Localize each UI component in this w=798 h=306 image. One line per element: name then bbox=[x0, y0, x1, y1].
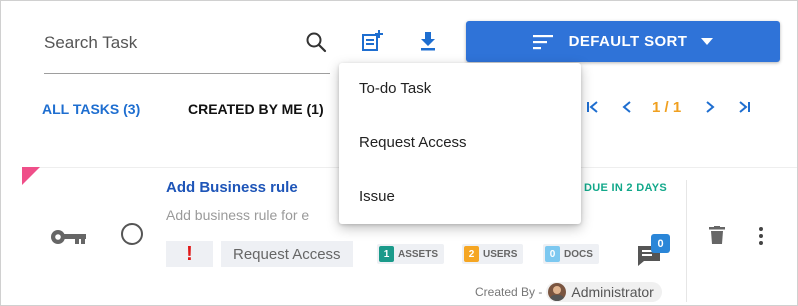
search-input[interactable] bbox=[44, 30, 284, 56]
menu-item-todo-task[interactable]: To-do Task bbox=[359, 80, 431, 97]
assets-count: 1 bbox=[379, 246, 394, 262]
docs-label: DOCS bbox=[564, 248, 593, 260]
creator-chip: Administrator bbox=[546, 282, 662, 302]
due-badge: DUE IN 2 DAYS bbox=[584, 182, 667, 194]
delete-icon[interactable] bbox=[709, 226, 725, 244]
created-by: Created By - Administrator bbox=[475, 282, 662, 302]
default-sort-button[interactable]: DEFAULT SORT bbox=[466, 21, 780, 62]
created-by-label: Created By - bbox=[475, 285, 543, 299]
first-page-icon[interactable] bbox=[586, 100, 600, 114]
search-icon[interactable] bbox=[304, 30, 328, 54]
priority-chip: ! bbox=[166, 241, 213, 267]
users-label: USERS bbox=[483, 248, 518, 260]
task-description: Add business rule for e bbox=[166, 207, 310, 223]
comment-count-badge: 0 bbox=[651, 234, 670, 253]
menu-item-request-access[interactable]: Request Access bbox=[359, 134, 467, 151]
next-page-icon[interactable] bbox=[705, 100, 715, 114]
assets-label: ASSETS bbox=[398, 248, 439, 260]
menu-item-issue[interactable]: Issue bbox=[359, 188, 395, 205]
prev-page-icon[interactable] bbox=[622, 100, 632, 114]
search-box bbox=[44, 22, 330, 74]
users-count: 2 bbox=[464, 246, 479, 262]
sort-label: DEFAULT SORT bbox=[568, 33, 688, 50]
caret-down-icon bbox=[701, 37, 714, 45]
docs-count-chip[interactable]: 0 DOCS bbox=[543, 244, 599, 264]
tab-created-by-me[interactable]: CREATED BY ME (1) bbox=[188, 101, 324, 117]
task-title[interactable]: Add Business rule bbox=[166, 179, 298, 196]
assets-count-chip[interactable]: 1 ASSETS bbox=[377, 244, 445, 264]
page-indicator: 1 / 1 bbox=[652, 98, 682, 116]
download-icon[interactable] bbox=[416, 29, 440, 53]
sort-icon bbox=[532, 34, 553, 49]
add-task-icon[interactable] bbox=[360, 29, 384, 53]
key-icon bbox=[51, 230, 86, 244]
pagination: 1 / 1 bbox=[586, 95, 751, 119]
tab-all-tasks[interactable]: ALL TASKS (3) bbox=[42, 101, 140, 117]
docs-count: 0 bbox=[545, 246, 560, 262]
card-divider bbox=[686, 180, 687, 302]
task-select-radio[interactable] bbox=[121, 223, 143, 245]
creator-name: Administrator bbox=[571, 284, 654, 300]
users-count-chip[interactable]: 2 USERS bbox=[462, 244, 524, 264]
last-page-icon[interactable] bbox=[737, 100, 751, 114]
add-task-menu: To-do Task Request Access Issue bbox=[339, 63, 581, 224]
more-options-icon[interactable] bbox=[758, 226, 764, 246]
card-corner-flag bbox=[22, 167, 40, 185]
task-type-chip: Request Access bbox=[221, 241, 353, 267]
avatar bbox=[548, 283, 567, 301]
